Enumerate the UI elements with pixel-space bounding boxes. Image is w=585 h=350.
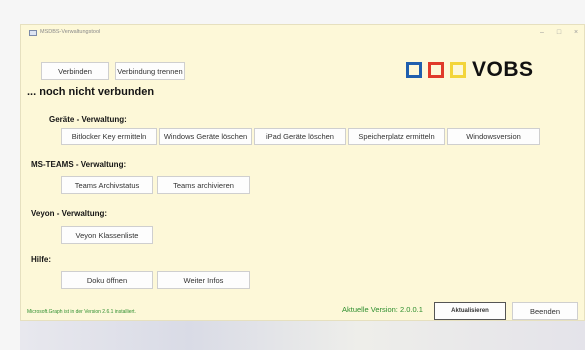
graph-version-note: Microsoft.Graph ist in der Version 2.6.1… (27, 309, 136, 315)
teams-archive-button[interactable]: Teams archivieren (157, 176, 250, 194)
disconnect-button[interactable]: Verbindung trennen (115, 62, 185, 80)
delete-windows-devices-button[interactable]: Windows Geräte löschen (159, 128, 252, 145)
maximize-icon[interactable]: □ (552, 28, 566, 38)
teams-section-title: MS-TEAMS - Verwaltung: (31, 160, 127, 169)
logo-text: VOBS (472, 58, 534, 81)
connection-status: ... noch nicht verbunden (27, 86, 155, 98)
windows-version-button[interactable]: Windowsversion (447, 128, 540, 145)
logo-square-red (428, 62, 444, 78)
more-info-button[interactable]: Weiter Infos (157, 271, 250, 289)
title-bar: MSDBS-Verwaltungstool – □ × (21, 25, 584, 43)
storage-button[interactable]: Speicherplatz ermitteln (348, 128, 445, 145)
teams-archive-status-button[interactable]: Teams Archivstatus (61, 176, 153, 194)
window-title: MSDBS-Verwaltungstool (40, 29, 101, 35)
logo-square-yellow (450, 62, 466, 78)
logo-square-blue (406, 62, 422, 78)
devices-section-title: Geräte - Verwaltung: (49, 115, 127, 124)
help-section-title: Hilfe: (31, 255, 51, 264)
connect-button[interactable]: Verbinden (41, 62, 109, 80)
desktop-backdrop (20, 320, 585, 350)
current-version: Aktuelle Version: 2.0.0.1 (342, 305, 423, 314)
app-window: MSDBS-Verwaltungstool – □ × Verbinden Ve… (20, 24, 585, 321)
delete-ipad-devices-button[interactable]: iPad Geräte löschen (254, 128, 346, 145)
open-docs-button[interactable]: Doku öffnen (61, 271, 153, 289)
veyon-class-list-button[interactable]: Veyon Klassenliste (61, 226, 153, 244)
quit-button[interactable]: Beenden (512, 302, 578, 320)
close-icon[interactable]: × (569, 28, 583, 38)
veyon-section-title: Veyon - Verwaltung: (31, 209, 108, 218)
update-button[interactable]: Aktualisieren (434, 302, 506, 320)
bitlocker-key-button[interactable]: Bitlocker Key ermitteln (61, 128, 157, 145)
app-icon (29, 30, 37, 36)
minimize-icon[interactable]: – (535, 28, 549, 38)
